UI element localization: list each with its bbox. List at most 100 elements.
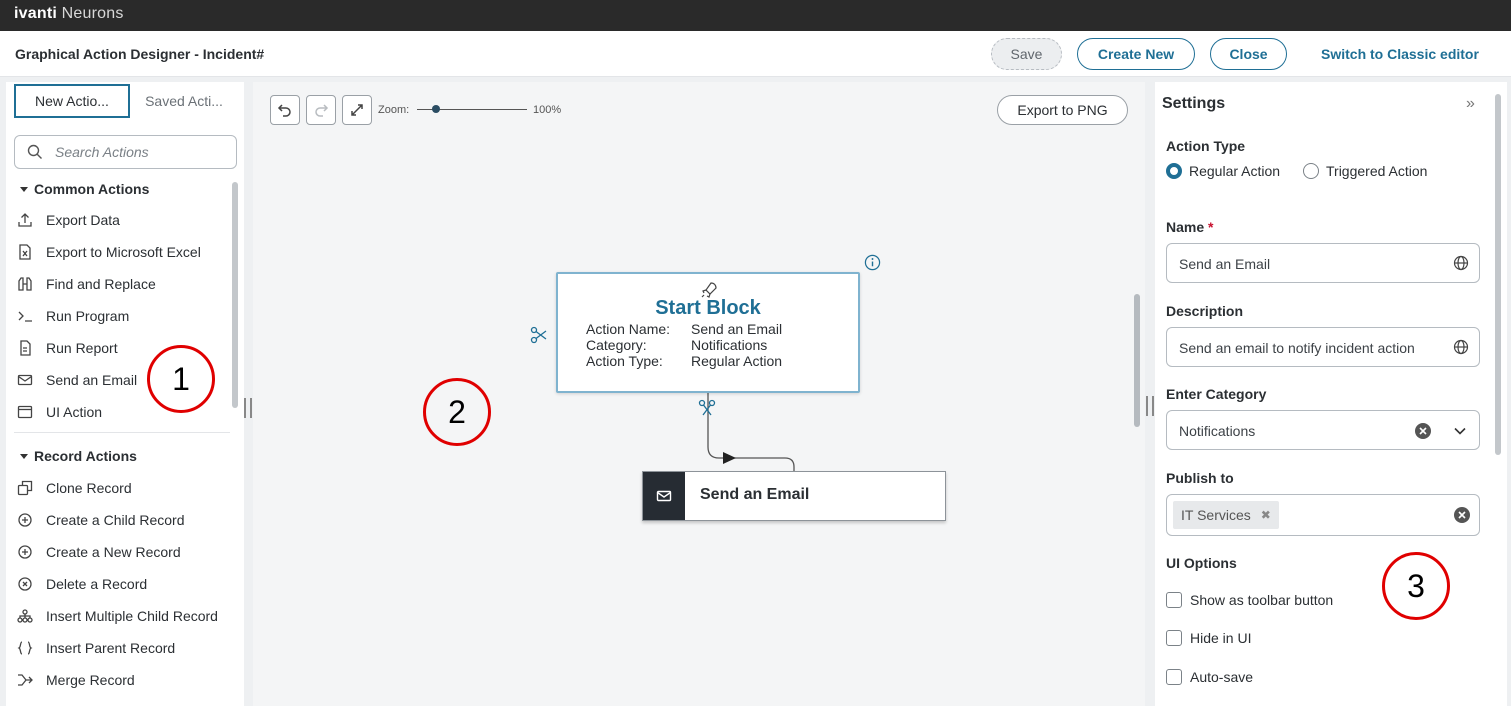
terminal-icon	[16, 307, 34, 325]
save-button[interactable]: Save	[991, 38, 1062, 70]
clear-icon[interactable]	[1453, 506, 1471, 524]
start-block-node[interactable]: Start Block Action Name: Send an Email Ca…	[556, 272, 860, 393]
publish-to-label: Publish to	[1166, 470, 1234, 486]
detail-key: Action Name:	[586, 321, 671, 337]
group-common-actions[interactable]: Common Actions	[20, 181, 149, 197]
canvas-scrollbar[interactable]	[1134, 294, 1140, 427]
redo-button[interactable]	[306, 95, 336, 125]
action-create-new-record[interactable]: Create a New Record	[16, 540, 181, 564]
checkbox	[1166, 669, 1182, 685]
action-find-replace[interactable]: Find and Replace	[16, 272, 156, 296]
name-label: Name *	[1166, 219, 1214, 235]
create-new-button[interactable]: Create New	[1077, 38, 1195, 70]
scissors-icon[interactable]	[530, 326, 548, 344]
chevron-down-icon[interactable]	[1453, 424, 1467, 438]
tab-new-action[interactable]: New Actio...	[14, 84, 130, 118]
left-resize-handle[interactable]	[244, 398, 252, 418]
checkbox-hide-in-ui[interactable]: Hide in UI	[1166, 630, 1251, 646]
action-run-program[interactable]: Run Program	[16, 304, 129, 328]
category-value: Notifications	[1179, 423, 1256, 439]
expand-icon	[351, 104, 363, 116]
scissors-icon[interactable]	[698, 399, 716, 417]
action-insert-multiple-child[interactable]: Insert Multiple Child Record	[16, 604, 218, 628]
checkbox-show-toolbar[interactable]: Show as toolbar button	[1166, 592, 1333, 608]
x-circle-icon	[16, 575, 34, 593]
upload-icon	[16, 211, 34, 229]
detail-value: Notifications	[691, 337, 768, 353]
globe-icon[interactable]	[1453, 255, 1469, 271]
left-scrollbar[interactable]	[232, 182, 238, 408]
collapse-panel-icon[interactable]: »	[1466, 95, 1475, 113]
action-export-excel[interactable]: Export to Microsoft Excel	[16, 240, 201, 264]
right-resize-handle[interactable]	[1146, 396, 1154, 416]
radio-selected	[1166, 163, 1182, 179]
clone-icon	[16, 479, 34, 497]
description-label: Description	[1166, 303, 1244, 319]
plus-circle-icon	[16, 543, 34, 561]
brand-logo: ivanti Neurons	[14, 5, 124, 22]
search-actions-box[interactable]	[14, 135, 237, 169]
radio-triggered-action[interactable]: Triggered Action	[1303, 163, 1427, 179]
name-field[interactable]: Send an Email	[1166, 243, 1480, 283]
radio-regular-action[interactable]: Regular Action	[1166, 163, 1280, 179]
braces-icon	[16, 639, 34, 657]
settings-scrollbar[interactable]	[1495, 94, 1501, 455]
checkbox	[1166, 630, 1182, 646]
binoculars-icon	[16, 275, 34, 293]
action-merge-record[interactable]: Merge Record	[16, 668, 135, 692]
excel-file-icon	[16, 243, 34, 261]
designer-canvas[interactable]: Zoom: 100% Export to PNG Start Block Act…	[253, 82, 1145, 706]
undo-icon	[277, 104, 291, 117]
category-select[interactable]: Notifications	[1166, 410, 1480, 450]
globe-icon[interactable]	[1453, 339, 1469, 355]
send-email-node[interactable]: Send an Email	[642, 471, 946, 521]
ui-options-label: UI Options	[1166, 555, 1237, 571]
publish-to-field[interactable]: IT Services ✖	[1166, 494, 1480, 536]
action-export-data[interactable]: Export Data	[16, 208, 120, 232]
header-bar: Graphical Action Designer - Incident# Sa…	[0, 31, 1511, 77]
start-block-details: Action Name: Send an Email Category: Notif…	[586, 321, 782, 369]
search-input[interactable]	[55, 144, 225, 160]
envelope-icon	[16, 371, 34, 389]
remove-chip-icon[interactable]: ✖	[1261, 508, 1271, 522]
clear-icon[interactable]	[1414, 422, 1432, 440]
fit-to-screen-button[interactable]	[342, 95, 372, 125]
action-delete-record[interactable]: Delete a Record	[16, 572, 147, 596]
send-email-node-label: Send an Email	[700, 486, 810, 503]
report-icon	[16, 339, 34, 357]
action-ui-action[interactable]: UI Action	[16, 400, 102, 424]
publish-chip[interactable]: IT Services ✖	[1173, 501, 1279, 529]
callout-1: 1	[147, 345, 215, 413]
settings-panel: Settings » Action Type Regular Action Tr…	[1155, 82, 1507, 706]
checkbox	[1166, 592, 1182, 608]
detail-key: Category:	[586, 337, 647, 353]
info-icon[interactable]	[864, 254, 881, 271]
action-run-report[interactable]: Run Report	[16, 336, 118, 360]
switch-classic-editor-link[interactable]: Switch to Classic editor	[1321, 46, 1479, 62]
caret-down-icon	[20, 186, 28, 192]
group-record-actions[interactable]: Record Actions	[20, 448, 137, 464]
envelope-icon	[643, 472, 685, 520]
callout-3: 3	[1382, 552, 1450, 620]
zoom-slider-handle[interactable]	[431, 105, 440, 113]
action-send-email[interactable]: Send an Email	[16, 368, 137, 392]
action-type-label: Action Type	[1166, 138, 1246, 154]
caret-down-icon	[20, 453, 28, 459]
connector	[707, 393, 795, 471]
detail-value: Send an Email	[691, 321, 783, 337]
plus-circle-icon	[16, 511, 34, 529]
action-insert-parent-record[interactable]: Insert Parent Record	[16, 636, 175, 660]
undo-button[interactable]	[270, 95, 300, 125]
redo-icon	[315, 104, 329, 117]
close-button[interactable]: Close	[1210, 38, 1287, 70]
page-title: Graphical Action Designer - Incident#	[15, 46, 265, 62]
settings-title: Settings	[1162, 95, 1226, 112]
tab-saved-actions[interactable]: Saved Acti...	[134, 84, 234, 118]
detail-key: Action Type:	[586, 353, 663, 369]
action-create-child-record[interactable]: Create a Child Record	[16, 508, 185, 532]
description-field[interactable]: Send an email to notify incident action	[1166, 327, 1480, 367]
zoom-label: Zoom:	[378, 104, 410, 116]
export-png-button[interactable]: Export to PNG	[997, 95, 1128, 125]
action-clone-record[interactable]: Clone Record	[16, 476, 132, 500]
checkbox-auto-save[interactable]: Auto-save	[1166, 669, 1253, 685]
